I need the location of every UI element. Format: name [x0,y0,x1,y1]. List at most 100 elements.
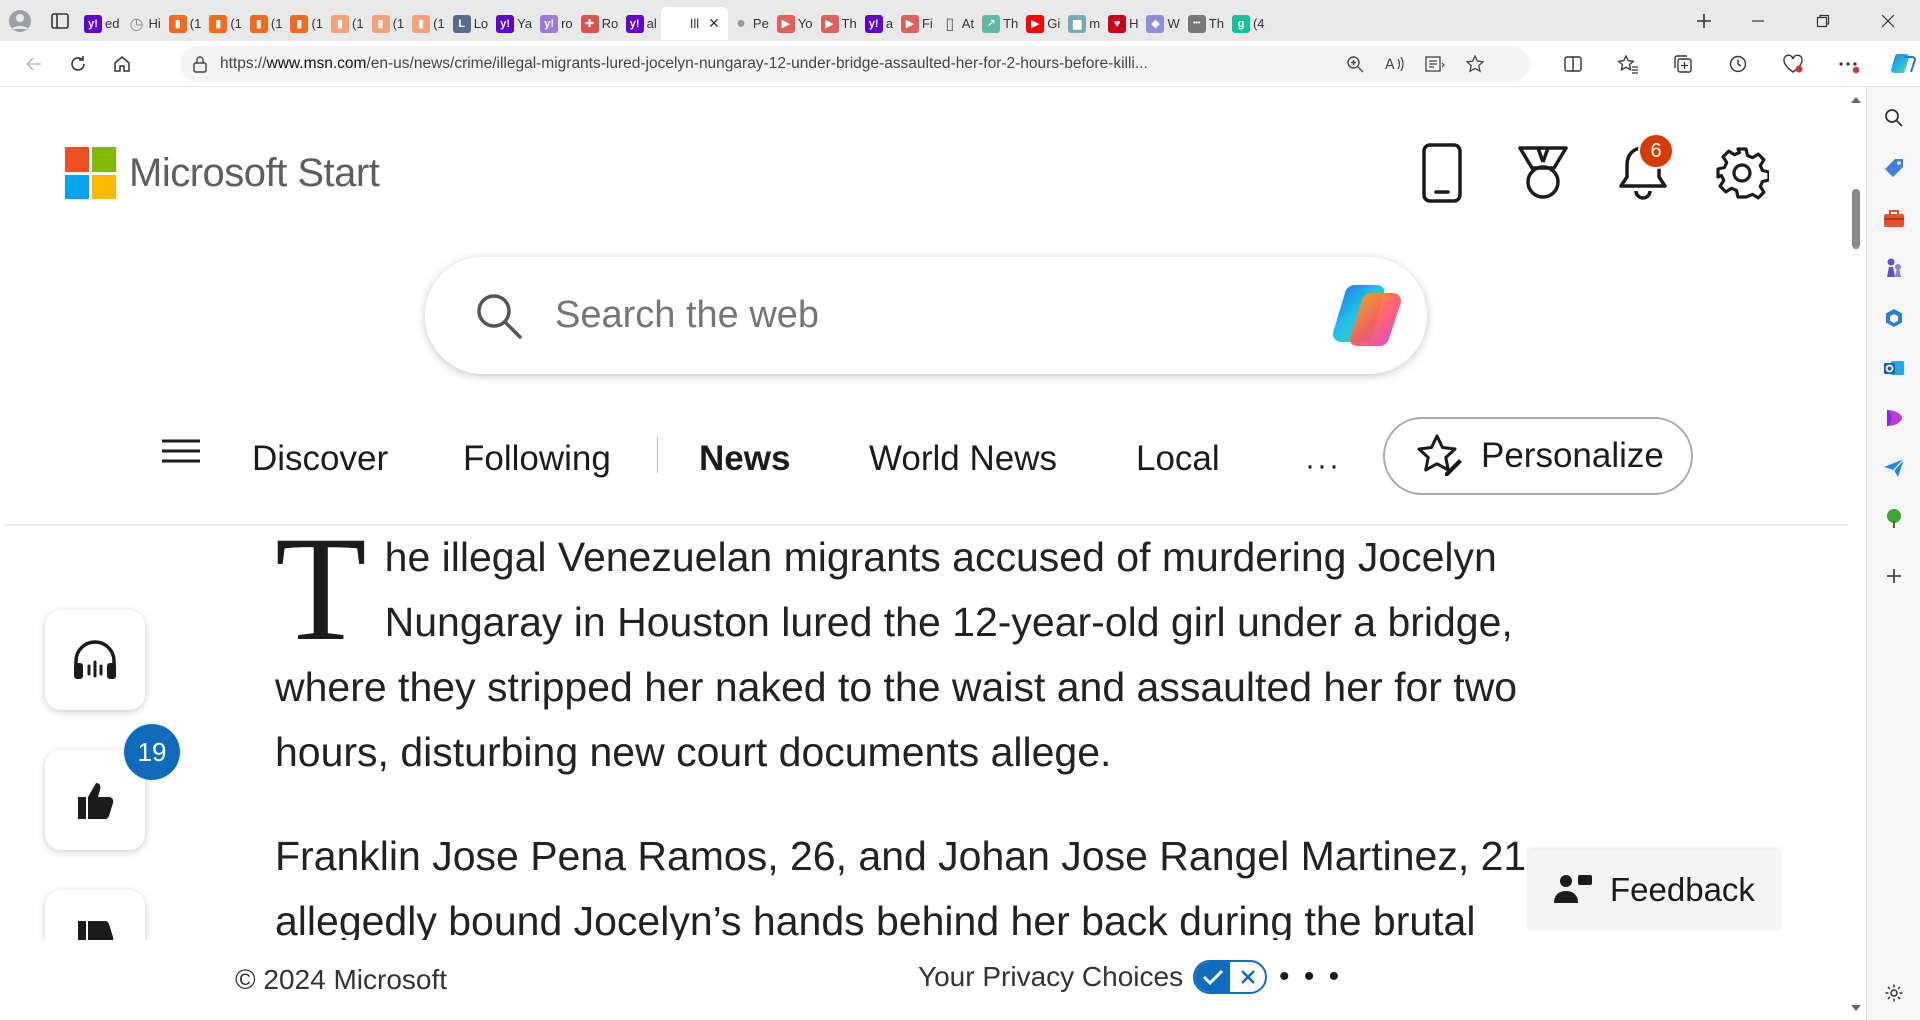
tab-active[interactable]: Ill ✕ [660,7,728,40]
history-button[interactable] [1710,54,1765,74]
edge-sidebar [1866,87,1920,1020]
bookmark-icon: ▮ [168,14,187,33]
copilot-sidebar-button[interactable] [1875,51,1920,77]
youtube-icon: ▶ [900,14,919,33]
new-tab-button[interactable] [1684,4,1724,38]
search-icon [477,293,522,339]
tab-title: Ill [689,16,700,31]
immersive-reader-button[interactable] [1415,55,1455,73]
browser-tab[interactable]: ● Pe [728,7,773,40]
sidebar-send-button[interactable] [1879,453,1909,483]
tab-actions-button[interactable] [40,4,80,38]
site-info-button[interactable] [180,55,220,73]
back-button[interactable] [12,45,56,83]
zoom-button[interactable] [1335,55,1375,73]
browser-tab[interactable]: y! ro [536,7,577,40]
web-search-box[interactable] [425,257,1427,374]
youtube-icon: ▶ [776,14,795,33]
browser-tab[interactable]: ▮ (1 [205,7,246,40]
search-input[interactable] [555,294,1315,337]
favorite-star-button[interactable] [1455,54,1495,74]
footer-more-button[interactable]: • • • [1279,960,1342,994]
browser-tab[interactable]: ↗ Th [978,7,1022,40]
heart-icon: ♥ [1108,14,1127,33]
search-button[interactable] [469,291,529,341]
privacy-choices-link[interactable]: Your Privacy Choices [918,960,1268,994]
document-icon: ▯ [945,15,955,33]
sidebar-tools-button[interactable] [1879,203,1909,233]
browser-tab[interactable]: y! al [622,7,661,40]
browser-tab[interactable]: y! ed [80,7,123,40]
browser-tab[interactable]: ▶ Th [817,7,861,40]
url-text[interactable]: https://www.msn.com/en-us/news/crime/ill… [220,55,1335,73]
read-aloud-button[interactable]: A [1375,55,1415,73]
restore-button[interactable] [1790,0,1855,41]
tab-strip: y! ed ◷ Hi ▮ (1 ▮ (1 ▮ (1 ▮ (1 ▮ (1 ▮ (1 ▮ (1 L Lo y! Ya y! ro ✚… [0,0,1920,41]
browser-tab[interactable]: ▮ (1 [368,7,409,40]
refresh-button[interactable] [56,45,100,83]
browser-tab[interactable]: ▶ Yo [773,7,817,40]
browser-tab[interactable]: ▶ Fi [897,7,937,40]
microsoft-start-logo[interactable]: Microsoft Start [65,147,380,199]
minimize-icon [1751,19,1764,22]
tab-title: Lo [473,16,489,31]
browser-tab[interactable]: y! a [861,7,897,40]
browser-tab[interactable]: ♥ H [1104,7,1142,40]
browser-tab[interactable]: ▮ (1 [165,7,206,40]
feedback-button[interactable]: Feedback [1528,850,1780,930]
performance-button[interactable] [1765,54,1820,74]
close-tab-icon[interactable]: ✕ [708,15,720,32]
browser-tab[interactable]: ◷ Hi [123,7,164,40]
split-screen-button[interactable] [1545,54,1600,74]
nav-following[interactable]: Following [463,439,611,479]
browser-tab[interactable]: ▮ (1 [408,7,449,40]
microsoft-logo-icon [65,147,117,199]
nav-world-news[interactable]: World News [869,439,1057,479]
browser-tab[interactable]: L Lo [449,7,492,40]
copilot-icon[interactable] [1327,275,1407,355]
scroll-down-icon[interactable] [1848,1002,1864,1014]
minimize-button[interactable] [1725,0,1790,41]
sidebar-outlook-button[interactable] [1879,353,1909,383]
browser-tab[interactable]: ▆ m [1064,7,1104,40]
sidebar-search-button[interactable] [1879,103,1909,133]
sidebar-add-button[interactable] [1879,561,1909,591]
browser-tab[interactable]: ▮ (1 [327,7,368,40]
nav-more-button[interactable]: ··· [1305,449,1341,483]
nav-discover[interactable]: Discover [252,439,388,479]
sidebar-games-button[interactable] [1879,253,1909,283]
address-bar[interactable]: https://www.msn.com/en-us/news/crime/ill… [180,46,1530,82]
sidebar-settings-button[interactable] [1879,978,1909,1008]
browser-tab[interactable]: ▮ (1 [246,7,287,40]
scroll-up-icon[interactable] [1848,94,1864,106]
browser-tab[interactable]: ▶ Gi [1022,7,1064,40]
tab-title: (1 [311,16,323,31]
settings-button[interactable] [1712,141,1772,205]
profile-button[interactable] [0,4,40,38]
browser-tab[interactable]: ▮ (1 [286,7,327,40]
scrollbar-thumb[interactable] [1852,189,1860,249]
personalize-button[interactable]: Personalize [1383,417,1693,495]
sidebar-microsoft365-button[interactable] [1879,303,1909,333]
vertical-scrollbar[interactable] [1848,92,1864,1014]
browser-tab[interactable]: y! Ya [492,7,536,40]
sidebar-shopping-button[interactable] [1879,153,1909,183]
nav-local[interactable]: Local [1136,439,1220,479]
collections-button[interactable] [1655,54,1710,74]
browser-tab[interactable]: g (4 [1228,7,1269,40]
sidebar-tree-button[interactable] [1879,503,1909,533]
settings-more-button[interactable] [1820,54,1875,74]
rewards-button[interactable] [1513,141,1573,205]
listen-button[interactable] [45,610,145,710]
feedback-label: Feedback [1610,871,1755,908]
browser-tab[interactable]: ▯ At [937,7,978,40]
favorites-button[interactable] [1600,54,1655,74]
browser-tab[interactable]: ◆ W [1142,7,1183,40]
close-window-button[interactable] [1855,0,1920,41]
nav-news[interactable]: News [699,439,790,479]
browser-tab[interactable]: ••• Th [1184,7,1228,40]
home-button[interactable] [100,45,144,83]
mobile-app-button[interactable] [1412,141,1472,205]
browser-tab[interactable]: ✚ Ro [577,7,622,40]
sidebar-designer-button[interactable] [1879,403,1909,433]
